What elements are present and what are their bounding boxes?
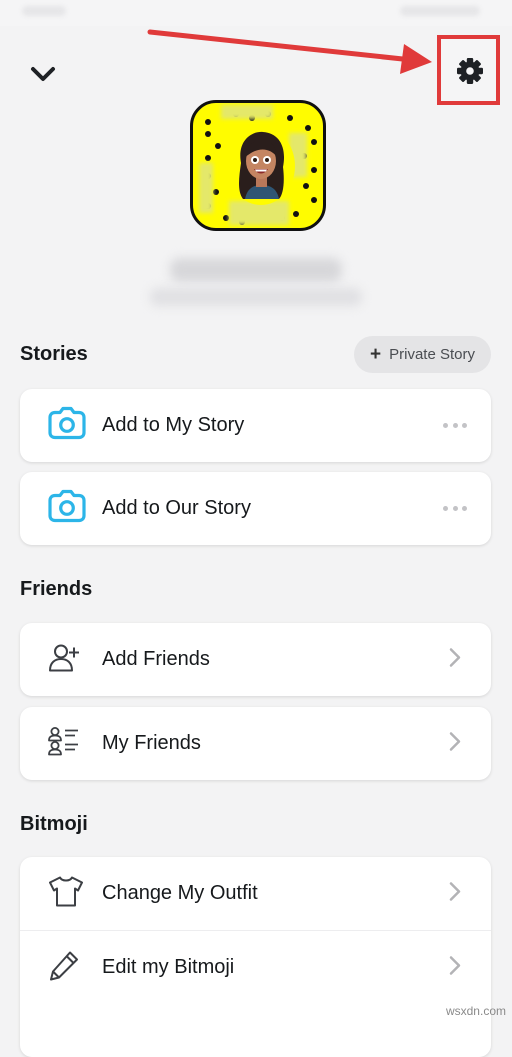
pencil-icon [48, 949, 80, 986]
plus-icon: + [370, 343, 382, 365]
add-to-our-story-row[interactable]: Add to Our Story [20, 472, 491, 545]
status-blur [22, 6, 66, 16]
section-title-stories: Stories [20, 343, 88, 365]
profile-name-redacted [170, 258, 342, 282]
chevron-right-icon [449, 731, 461, 756]
chevron-down-icon [31, 67, 55, 81]
settings-button[interactable] [437, 35, 500, 105]
row-label: Edit my Bitmoji [102, 956, 235, 978]
section-title-friends: Friends [20, 578, 93, 600]
status-blur [400, 6, 480, 16]
more-dots-icon[interactable] [443, 422, 467, 430]
change-my-outfit-row[interactable]: Change My Outfit [20, 857, 491, 930]
add-friends-row[interactable]: Add Friends [20, 623, 491, 696]
row-label: Add to Our Story [102, 497, 251, 519]
chevron-right-icon [449, 881, 461, 906]
story-card-my-story: Add to My Story [20, 389, 491, 462]
row-label: Add Friends [102, 648, 210, 670]
row-label: Add to My Story [102, 414, 245, 436]
section-title-bitmoji: Bitmoji [20, 813, 88, 835]
gear-icon [457, 58, 483, 84]
chevron-right-icon [449, 955, 461, 980]
story-card-our-story: Add to Our Story [20, 472, 491, 545]
profile-username-redacted [150, 288, 362, 306]
camera-icon [48, 489, 86, 528]
add-friend-icon [48, 641, 80, 678]
status-bar [0, 0, 512, 26]
friends-card-add: Add Friends [20, 623, 491, 696]
edit-my-bitmoji-row[interactable]: Edit my Bitmoji [20, 930, 491, 1004]
friends-card-list: My Friends [20, 707, 491, 780]
row-label: My Friends [102, 732, 201, 754]
more-dots-icon[interactable] [443, 505, 467, 513]
friends-list-icon [48, 725, 80, 762]
collapse-button[interactable] [26, 58, 62, 90]
bitmoji-card: Change My Outfit Edit my Bitmoji [20, 857, 491, 1057]
watermark: wsxdn.com [445, 1004, 506, 1018]
chevron-right-icon [449, 647, 461, 672]
shirt-icon [48, 875, 84, 912]
bitmoji-avatar [239, 131, 285, 199]
add-to-my-story-row[interactable]: Add to My Story [20, 389, 491, 462]
camera-icon [48, 406, 86, 445]
my-friends-row[interactable]: My Friends [20, 707, 491, 780]
private-story-label: Private Story [389, 346, 475, 363]
snapcode[interactable] [190, 100, 326, 231]
row-label: Change My Outfit [102, 882, 258, 904]
private-story-button[interactable]: + Private Story [354, 336, 491, 373]
avatar [227, 127, 295, 205]
